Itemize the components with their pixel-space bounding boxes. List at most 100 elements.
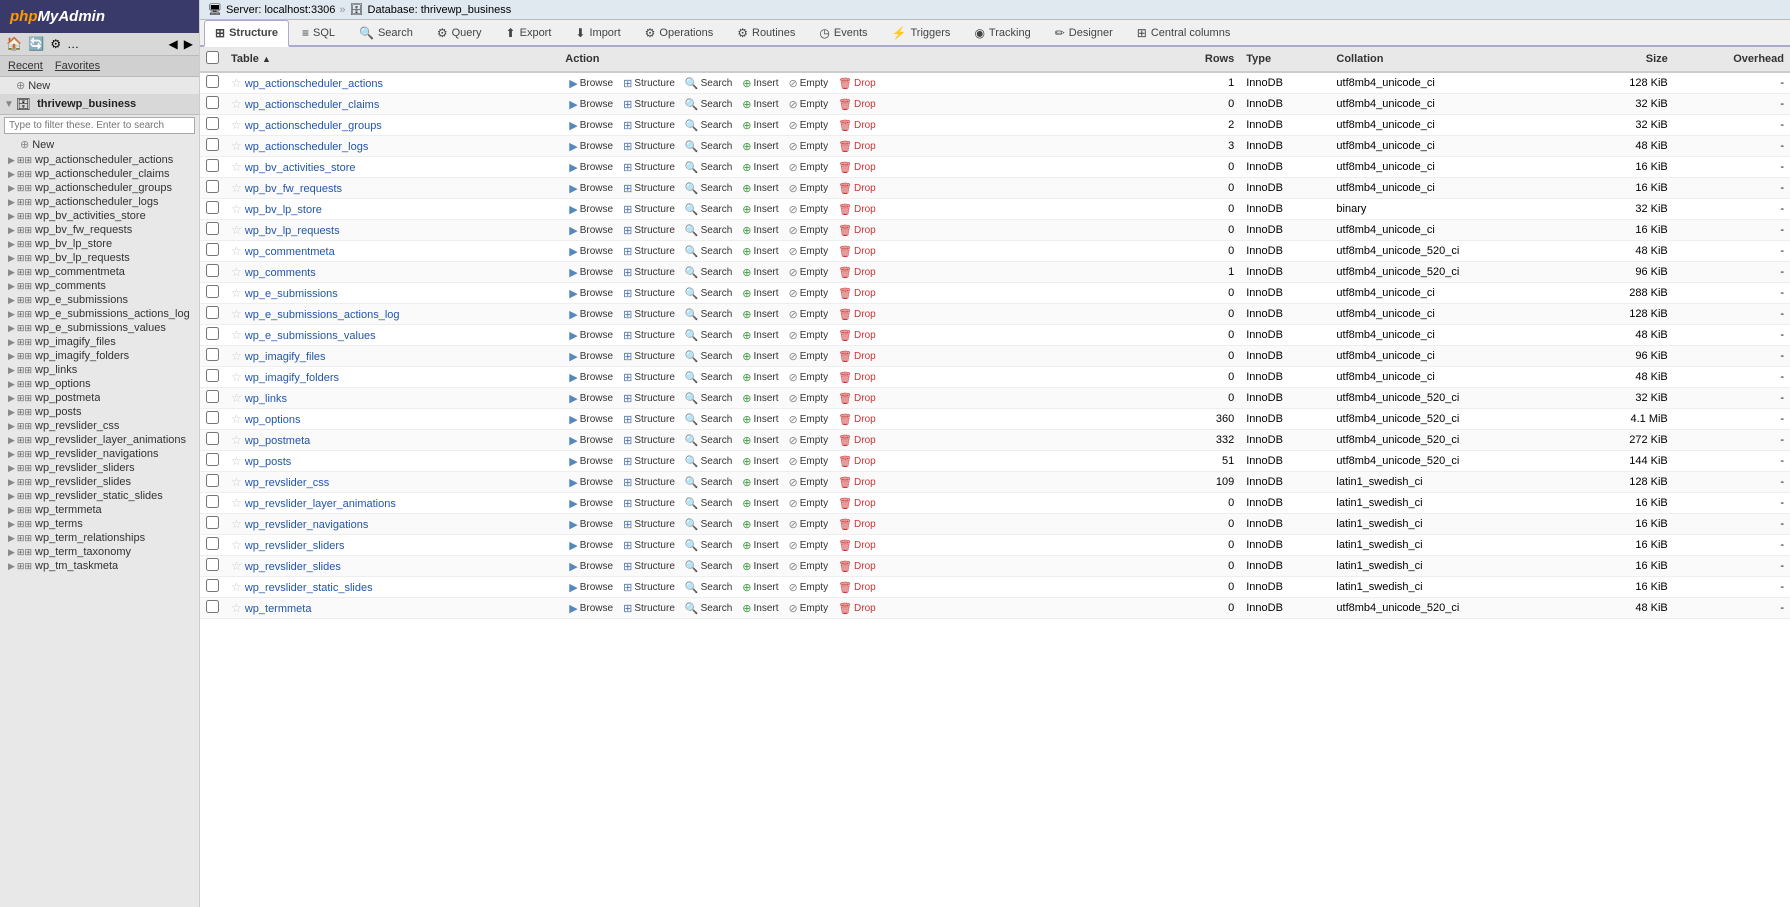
table-link-6[interactable]: wp_bv_lp_store xyxy=(245,204,322,216)
drop-btn-7[interactable]: 🗑 Drop xyxy=(834,223,880,238)
insert-btn-2[interactable]: ⊕ Insert xyxy=(738,118,782,133)
search-btn-2[interactable]: 🔍 Search xyxy=(681,118,736,133)
structure-btn-17[interactable]: ⊞ Structure xyxy=(619,433,679,448)
empty-btn-12[interactable]: ⊘ Empty xyxy=(785,328,833,343)
empty-btn-2[interactable]: ⊘ Empty xyxy=(785,118,833,133)
browse-btn-13[interactable]: ▶ Browse xyxy=(565,349,617,364)
search-btn-7[interactable]: 🔍 Search xyxy=(681,223,736,238)
browse-btn-4[interactable]: ▶ Browse xyxy=(565,160,617,175)
structure-btn-14[interactable]: ⊞ Structure xyxy=(619,370,679,385)
empty-btn-15[interactable]: ⊘ Empty xyxy=(785,391,833,406)
browse-btn-3[interactable]: ▶ Browse xyxy=(565,139,617,154)
table-link-2[interactable]: wp_actionscheduler_groups xyxy=(245,120,382,132)
table-link-18[interactable]: wp_posts xyxy=(245,456,291,468)
insert-btn-12[interactable]: ⊕ Insert xyxy=(738,328,782,343)
browse-btn-12[interactable]: ▶ Browse xyxy=(565,328,617,343)
row-checkbox-12[interactable] xyxy=(206,327,219,340)
select-all-checkbox[interactable] xyxy=(206,51,219,64)
structure-btn-9[interactable]: ⊞ Structure xyxy=(619,265,679,280)
favorite-star-22[interactable]: ☆ xyxy=(231,538,242,552)
search-btn-11[interactable]: 🔍 Search xyxy=(681,307,736,322)
tab-query[interactable]: ⚙ Query xyxy=(426,20,493,45)
favorite-star-2[interactable]: ☆ xyxy=(231,118,242,132)
structure-btn-0[interactable]: ⊞ Structure xyxy=(619,76,679,91)
row-checkbox-17[interactable] xyxy=(206,432,219,445)
favorite-star-9[interactable]: ☆ xyxy=(231,265,242,279)
row-checkbox-11[interactable] xyxy=(206,306,219,319)
structure-btn-15[interactable]: ⊞ Structure xyxy=(619,391,679,406)
insert-btn-18[interactable]: ⊕ Insert xyxy=(738,454,782,469)
drop-btn-14[interactable]: 🗑 Drop xyxy=(834,370,880,385)
row-checkbox-14[interactable] xyxy=(206,369,219,382)
search-btn-20[interactable]: 🔍 Search xyxy=(681,496,736,511)
search-btn-23[interactable]: 🔍 Search xyxy=(681,559,736,574)
favorite-star-21[interactable]: ☆ xyxy=(231,517,242,531)
structure-btn-2[interactable]: ⊞ Structure xyxy=(619,118,679,133)
search-btn-4[interactable]: 🔍 Search xyxy=(681,160,736,175)
favorite-star-3[interactable]: ☆ xyxy=(231,139,242,153)
table-link-16[interactable]: wp_options xyxy=(245,414,301,426)
table-link-15[interactable]: wp_links xyxy=(245,393,287,405)
tab-central_columns[interactable]: ⊞ Central columns xyxy=(1126,20,1242,45)
empty-btn-23[interactable]: ⊘ Empty xyxy=(785,559,833,574)
sidebar-table-item[interactable]: ▶ ⊞⊞ wp_imagify_folders xyxy=(0,349,199,363)
insert-btn-7[interactable]: ⊕ Insert xyxy=(738,223,782,238)
tab-tracking[interactable]: ◉ Tracking xyxy=(963,20,1041,45)
drop-btn-11[interactable]: 🗑 Drop xyxy=(834,307,880,322)
row-checkbox-16[interactable] xyxy=(206,411,219,424)
search-btn-8[interactable]: 🔍 Search xyxy=(681,244,736,259)
table-link-3[interactable]: wp_actionscheduler_logs xyxy=(245,141,369,153)
sidebar-table-item[interactable]: ▶ ⊞⊞ wp_terms xyxy=(0,517,199,531)
sidebar-expand-icon[interactable]: ▶ xyxy=(184,37,193,51)
drop-btn-21[interactable]: 🗑 Drop xyxy=(834,517,880,532)
structure-btn-18[interactable]: ⊞ Structure xyxy=(619,454,679,469)
row-checkbox-0[interactable] xyxy=(206,75,219,88)
empty-btn-18[interactable]: ⊘ Empty xyxy=(785,454,833,469)
tab-structure[interactable]: ⊞ Structure xyxy=(204,20,289,47)
structure-btn-8[interactable]: ⊞ Structure xyxy=(619,244,679,259)
sidebar-table-item[interactable]: ▶ ⊞⊞ wp_revslider_css xyxy=(0,419,199,433)
empty-btn-13[interactable]: ⊘ Empty xyxy=(785,349,833,364)
search-btn-16[interactable]: 🔍 Search xyxy=(681,412,736,427)
structure-btn-23[interactable]: ⊞ Structure xyxy=(619,559,679,574)
structure-btn-11[interactable]: ⊞ Structure xyxy=(619,307,679,322)
sidebar-table-item[interactable]: ▶ ⊞⊞ wp_postmeta xyxy=(0,391,199,405)
sidebar-table-item[interactable]: ▶ ⊞⊞ wp_bv_activities_store xyxy=(0,209,199,223)
favorite-star-13[interactable]: ☆ xyxy=(231,349,242,363)
search-btn-14[interactable]: 🔍 Search xyxy=(681,370,736,385)
tab-events[interactable]: ◷ Events xyxy=(808,20,878,45)
insert-btn-13[interactable]: ⊕ Insert xyxy=(738,349,782,364)
search-btn-9[interactable]: 🔍 Search xyxy=(681,265,736,280)
browse-btn-24[interactable]: ▶ Browse xyxy=(565,580,617,595)
favorite-star-8[interactable]: ☆ xyxy=(231,244,242,258)
empty-btn-10[interactable]: ⊘ Empty xyxy=(785,286,833,301)
favorite-star-24[interactable]: ☆ xyxy=(231,580,242,594)
structure-btn-5[interactable]: ⊞ Structure xyxy=(619,181,679,196)
drop-btn-1[interactable]: 🗑 Drop xyxy=(834,97,880,112)
browse-btn-20[interactable]: ▶ Browse xyxy=(565,496,617,511)
new-database-item[interactable]: ⊕ New xyxy=(0,77,199,94)
sidebar-table-item[interactable]: ▶ ⊞⊞ wp_revslider_layer_animations xyxy=(0,433,199,447)
favorite-star-7[interactable]: ☆ xyxy=(231,223,242,237)
structure-btn-22[interactable]: ⊞ Structure xyxy=(619,538,679,553)
sidebar-table-item[interactable]: ▶ ⊞⊞ wp_revslider_navigations xyxy=(0,447,199,461)
search-btn-1[interactable]: 🔍 Search xyxy=(681,97,736,112)
structure-btn-21[interactable]: ⊞ Structure xyxy=(619,517,679,532)
empty-btn-17[interactable]: ⊘ Empty xyxy=(785,433,833,448)
search-btn-18[interactable]: 🔍 Search xyxy=(681,454,736,469)
insert-btn-14[interactable]: ⊕ Insert xyxy=(738,370,782,385)
drop-btn-10[interactable]: 🗑 Drop xyxy=(834,286,880,301)
tab-operations[interactable]: ⚙ Operations xyxy=(634,20,725,45)
row-checkbox-21[interactable] xyxy=(206,516,219,529)
row-checkbox-9[interactable] xyxy=(206,264,219,277)
structure-btn-4[interactable]: ⊞ Structure xyxy=(619,160,679,175)
sidebar-table-item[interactable]: ▶ ⊞⊞ wp_actionscheduler_actions xyxy=(0,153,199,167)
structure-btn-16[interactable]: ⊞ Structure xyxy=(619,412,679,427)
insert-btn-22[interactable]: ⊕ Insert xyxy=(738,538,782,553)
row-checkbox-1[interactable] xyxy=(206,96,219,109)
new-table-item[interactable]: ⊕ New xyxy=(0,136,199,153)
insert-btn-9[interactable]: ⊕ Insert xyxy=(738,265,782,280)
row-checkbox-2[interactable] xyxy=(206,117,219,130)
drop-btn-25[interactable]: 🗑 Drop xyxy=(834,601,880,616)
browse-btn-21[interactable]: ▶ Browse xyxy=(565,517,617,532)
